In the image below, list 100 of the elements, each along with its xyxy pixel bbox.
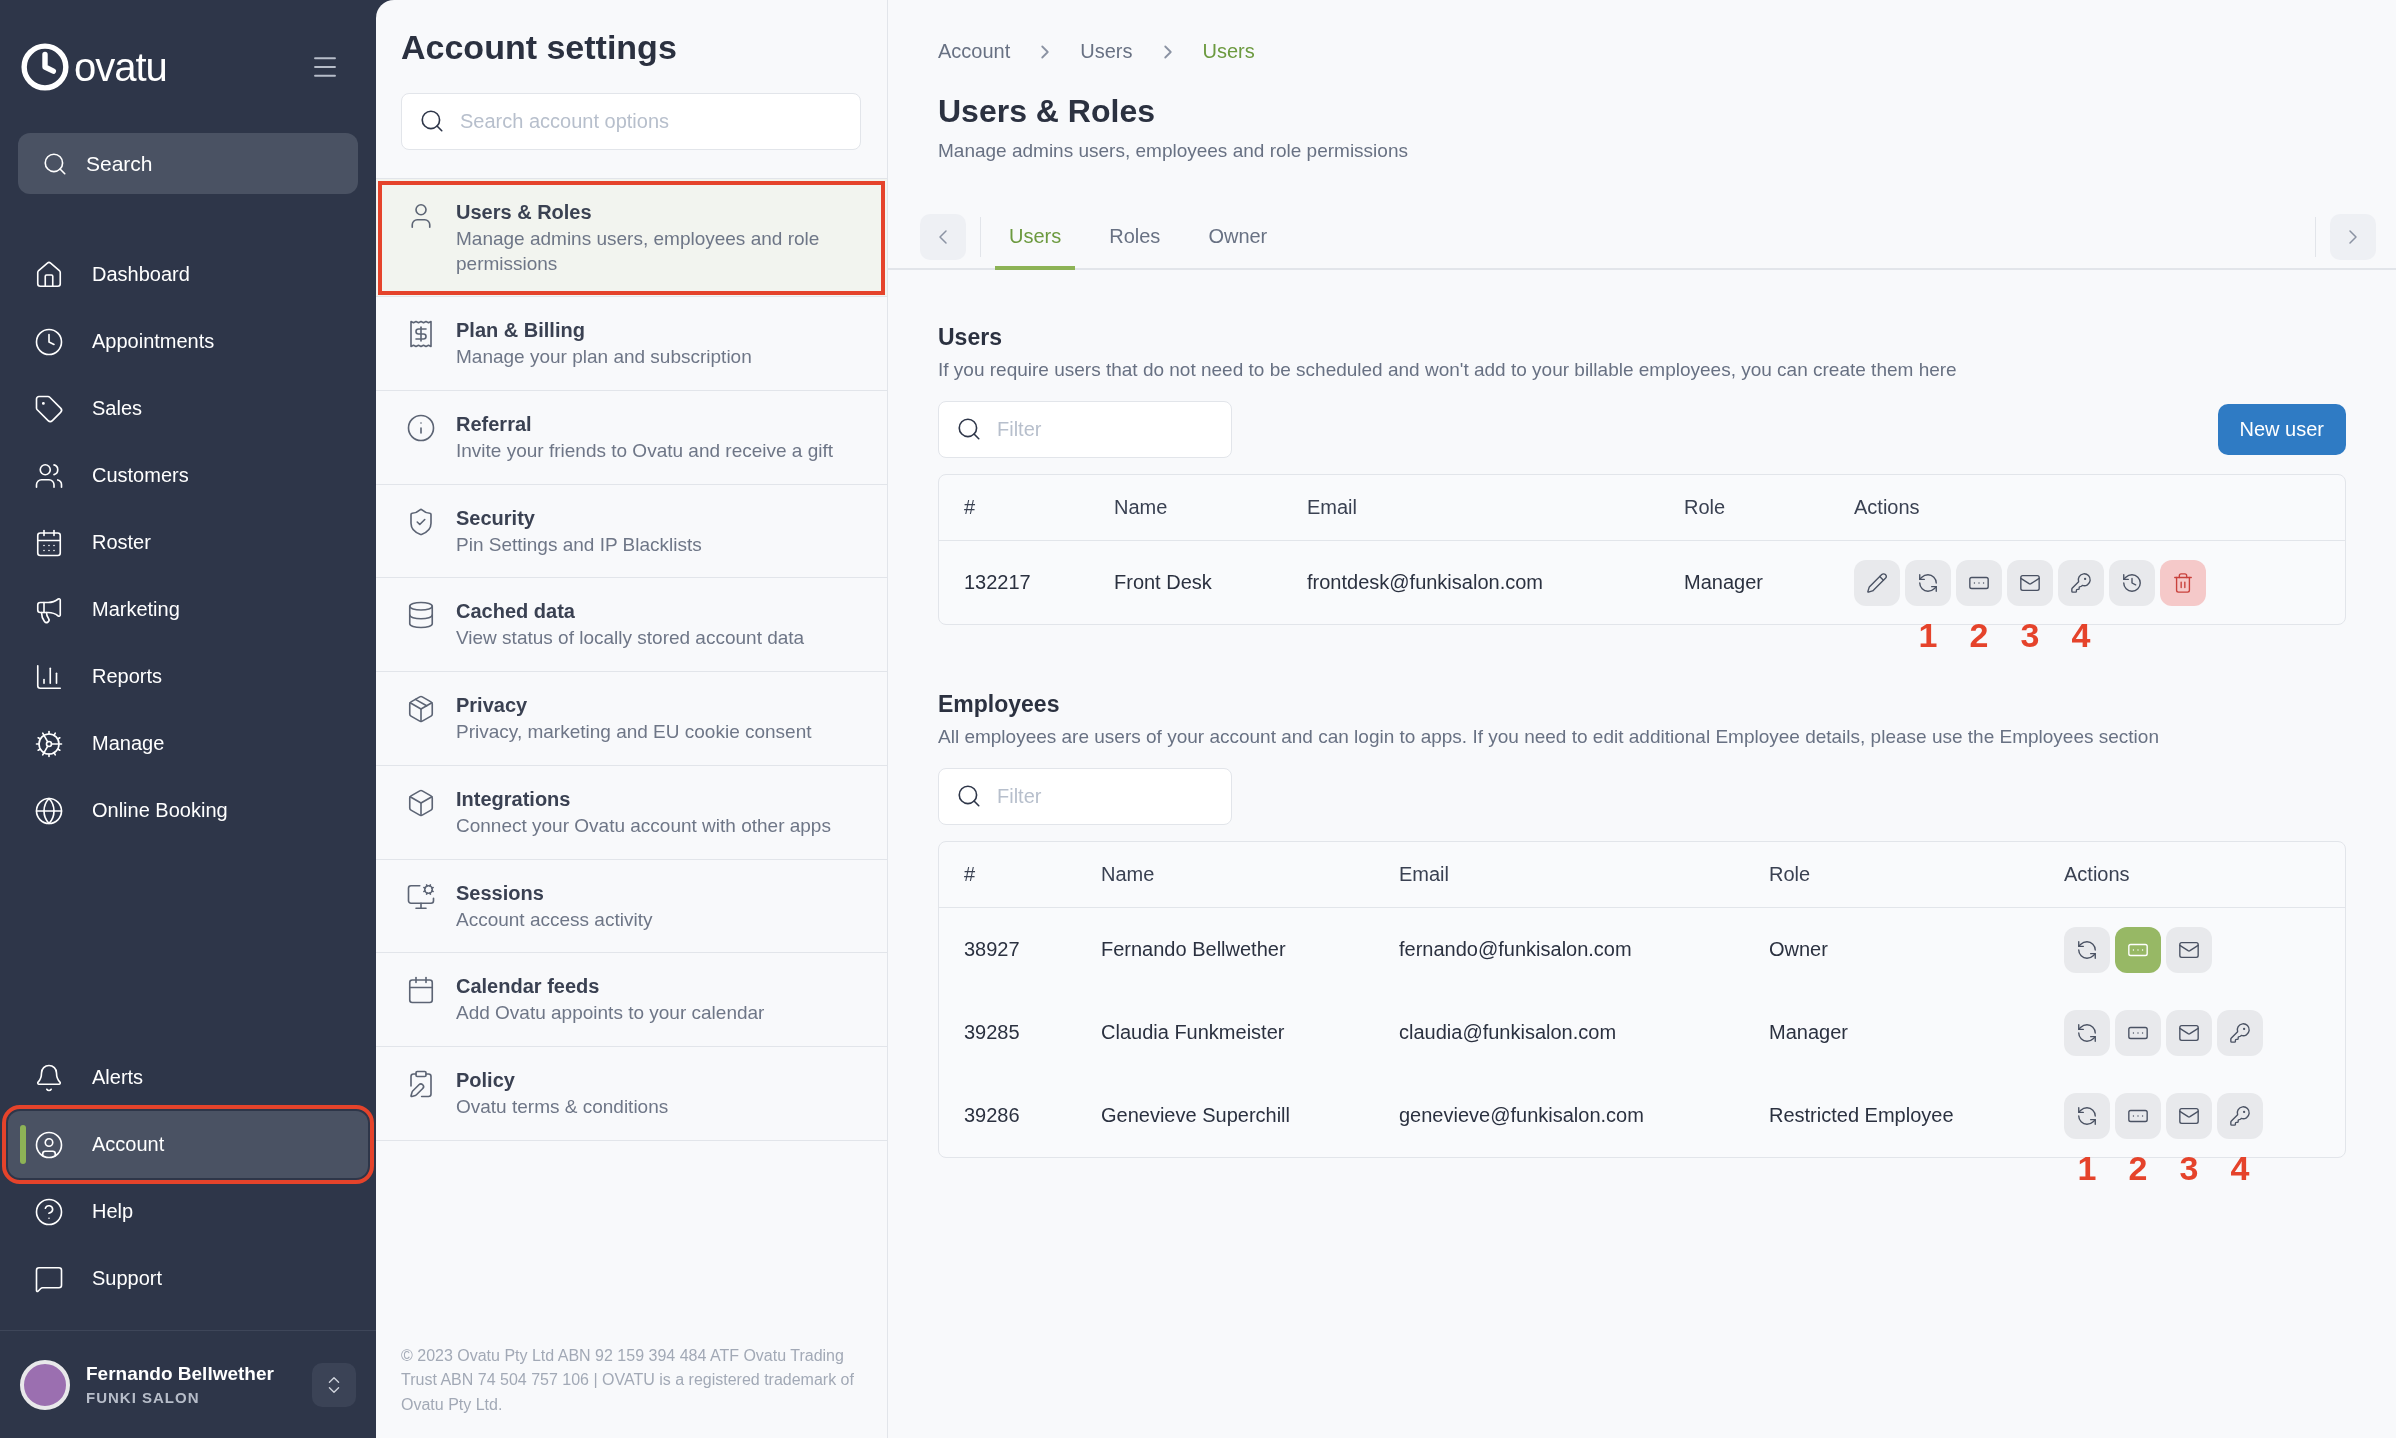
column-header: Actions — [2064, 863, 2131, 886]
search-field[interactable]: Search — [18, 133, 358, 194]
nav-item[interactable]: Alerts — [8, 1044, 368, 1111]
nav-item[interactable]: Dashboard — [8, 241, 368, 308]
settings-item[interactable]: Referral Invite your friends to Ovatu and receive a gift — [376, 391, 887, 485]
reset-action-button[interactable] — [2064, 1009, 2110, 1056]
settings-item[interactable]: Cached data View status of locally stored account data — [376, 578, 887, 673]
calendar-icon — [406, 975, 436, 1006]
pencil-icon — [1866, 571, 1888, 594]
refresh-icon — [2076, 1104, 2098, 1127]
history-action-button[interactable] — [2109, 559, 2155, 606]
nav-item[interactable]: Help — [8, 1178, 368, 1245]
settings-item[interactable]: Sessions Account access activity — [376, 859, 887, 954]
pin-action-button[interactable] — [2115, 1092, 2161, 1139]
nav-item[interactable]: Appointments — [8, 308, 368, 375]
column-header: Role — [1769, 863, 1812, 886]
section-title: Employees — [938, 691, 1061, 718]
nav-item[interactable]: Customers — [8, 442, 368, 509]
calendar-icon — [34, 527, 64, 558]
settings-item[interactable]: Privacy Privacy, marketing and EU cookie consent — [376, 672, 887, 766]
email-action-button[interactable] — [2166, 926, 2212, 973]
section-description: If you require users that do not need to be scheduled and won't add to your billable employees, you can create them here — [938, 359, 1958, 381]
history-icon — [2121, 571, 2143, 594]
column-header: Name — [1114, 496, 1169, 519]
keys-action-button[interactable] — [2058, 559, 2104, 606]
column-header: # — [964, 496, 977, 519]
keys-action-button[interactable] — [2217, 1009, 2263, 1056]
new-user-button[interactable]: New user — [2217, 404, 2346, 455]
table-cell-text: genevieve@funkisalon.com — [1399, 1104, 1645, 1127]
pin-action-button[interactable] — [1956, 559, 2002, 606]
item-description: Add Ovatu appoints to your calendar — [456, 1001, 765, 1026]
nav-item[interactable]: Online Booking — [8, 777, 368, 844]
column-header: Email — [1399, 863, 1450, 886]
settings-item[interactable]: Users & Roles Manage admins users, employees and role permissions — [376, 179, 887, 298]
settings-item[interactable]: Security Pin Settings and IP Blacklists — [376, 484, 887, 579]
search-field[interactable]: Search account options — [401, 93, 861, 150]
column-header: Actions — [1854, 496, 1921, 519]
item-description: View status of locally stored account data — [456, 626, 805, 651]
table-cell-text: fernando@funkisalon.com — [1399, 938, 1633, 961]
reset-action-button[interactable] — [2064, 926, 2110, 973]
item-title: Users & Roles — [456, 201, 593, 224]
item-description: Invite your friends to Ovatu and receive a gift — [456, 439, 834, 464]
item-description: Pin Settings and IP Blacklists — [456, 532, 702, 557]
table-cell-text: 39285 — [964, 1021, 1021, 1044]
table-cell-text: Restricted Employee — [1769, 1104, 1955, 1127]
trash-icon — [2172, 571, 2194, 594]
settings-item[interactable]: Plan & Billing Manage your plan and subscription — [376, 297, 887, 392]
annotation-number: 2 — [2127, 1148, 2149, 1188]
filter-field[interactable]: Filter — [938, 768, 1232, 825]
refresh-icon — [2076, 1021, 2098, 1044]
column-header: Email — [1307, 496, 1358, 519]
delete-action-button[interactable] — [2160, 559, 2206, 606]
edit-action-button[interactable] — [1854, 559, 1900, 606]
tag-icon — [34, 393, 64, 424]
breadcrumb-link[interactable]: Users — [1080, 40, 1133, 63]
column-header: # — [964, 863, 977, 886]
filter-field[interactable]: Filter — [938, 401, 1232, 458]
settings-item[interactable]: Calendar feeds Add Ovatu appoints to your calendar — [376, 953, 887, 1047]
refresh-icon — [2076, 938, 2098, 961]
table-cell-text: 39286 — [964, 1104, 1021, 1127]
table-cell-text: Genevieve Superchill — [1101, 1104, 1291, 1127]
item-description: Manage admins users, employees and role permissions — [456, 227, 821, 276]
nav-item[interactable]: Marketing — [8, 576, 368, 643]
email-action-button[interactable] — [2166, 1092, 2212, 1139]
email-action-button[interactable] — [2166, 1009, 2212, 1056]
database-icon — [406, 600, 436, 631]
box-icon — [406, 787, 436, 818]
search-icon — [419, 108, 445, 134]
item-title: Privacy — [456, 694, 529, 718]
item-description: Account access activity — [456, 907, 653, 932]
pin-action-button[interactable] — [2115, 1009, 2161, 1056]
item-title: Plan & Billing — [456, 319, 586, 343]
nav-item[interactable]: Reports — [8, 643, 368, 710]
item-title: Sessions — [456, 881, 545, 905]
reset-action-button[interactable] — [2064, 1092, 2110, 1139]
reset-action-button[interactable] — [1905, 559, 1951, 606]
switch-account-button[interactable] — [312, 1362, 356, 1407]
table-cell-text: Manager — [1684, 571, 1764, 594]
breadcrumb-link[interactable]: Account — [938, 40, 1011, 63]
item-title: Cached data — [456, 600, 576, 624]
email-action-button[interactable] — [2007, 559, 2053, 606]
nav-item[interactable]: Roster — [8, 509, 368, 576]
nav-item[interactable]: Manage — [8, 710, 368, 777]
column-header: Name — [1101, 863, 1156, 886]
settings-item[interactable]: Integrations Connect your Ovatu account with other apps — [376, 765, 887, 860]
table-cell-text: claudia@funkisalon.com — [1399, 1021, 1618, 1044]
copyright-text: © 2023 Ovatu Pty Ltd ABN 92 159 394 484 ATF Ovatu Trading Trust ABN 74 504 757 106 | OVATU is a registered trademark of Ovatu Pty Ltd. — [400, 1345, 855, 1416]
globe-icon — [34, 795, 64, 826]
tab[interactable]: Owner — [1194, 206, 1282, 270]
annotation-number: 1 — [2076, 1148, 2098, 1188]
tab[interactable]: Roles — [1095, 206, 1175, 270]
keys-action-button[interactable] — [2217, 1092, 2263, 1139]
business-name: FUNKI SALON — [86, 1389, 201, 1406]
panel-title: Account settings — [401, 28, 678, 67]
annotation-number: 1 — [1917, 615, 1939, 655]
nav-item[interactable]: Sales — [8, 375, 368, 442]
nav-item[interactable]: Support — [8, 1245, 368, 1312]
item-description: Connect your Ovatu account with other apps — [456, 813, 831, 838]
settings-item[interactable]: Policy Ovatu terms & conditions — [376, 1046, 887, 1141]
avatar — [20, 1359, 70, 1410]
